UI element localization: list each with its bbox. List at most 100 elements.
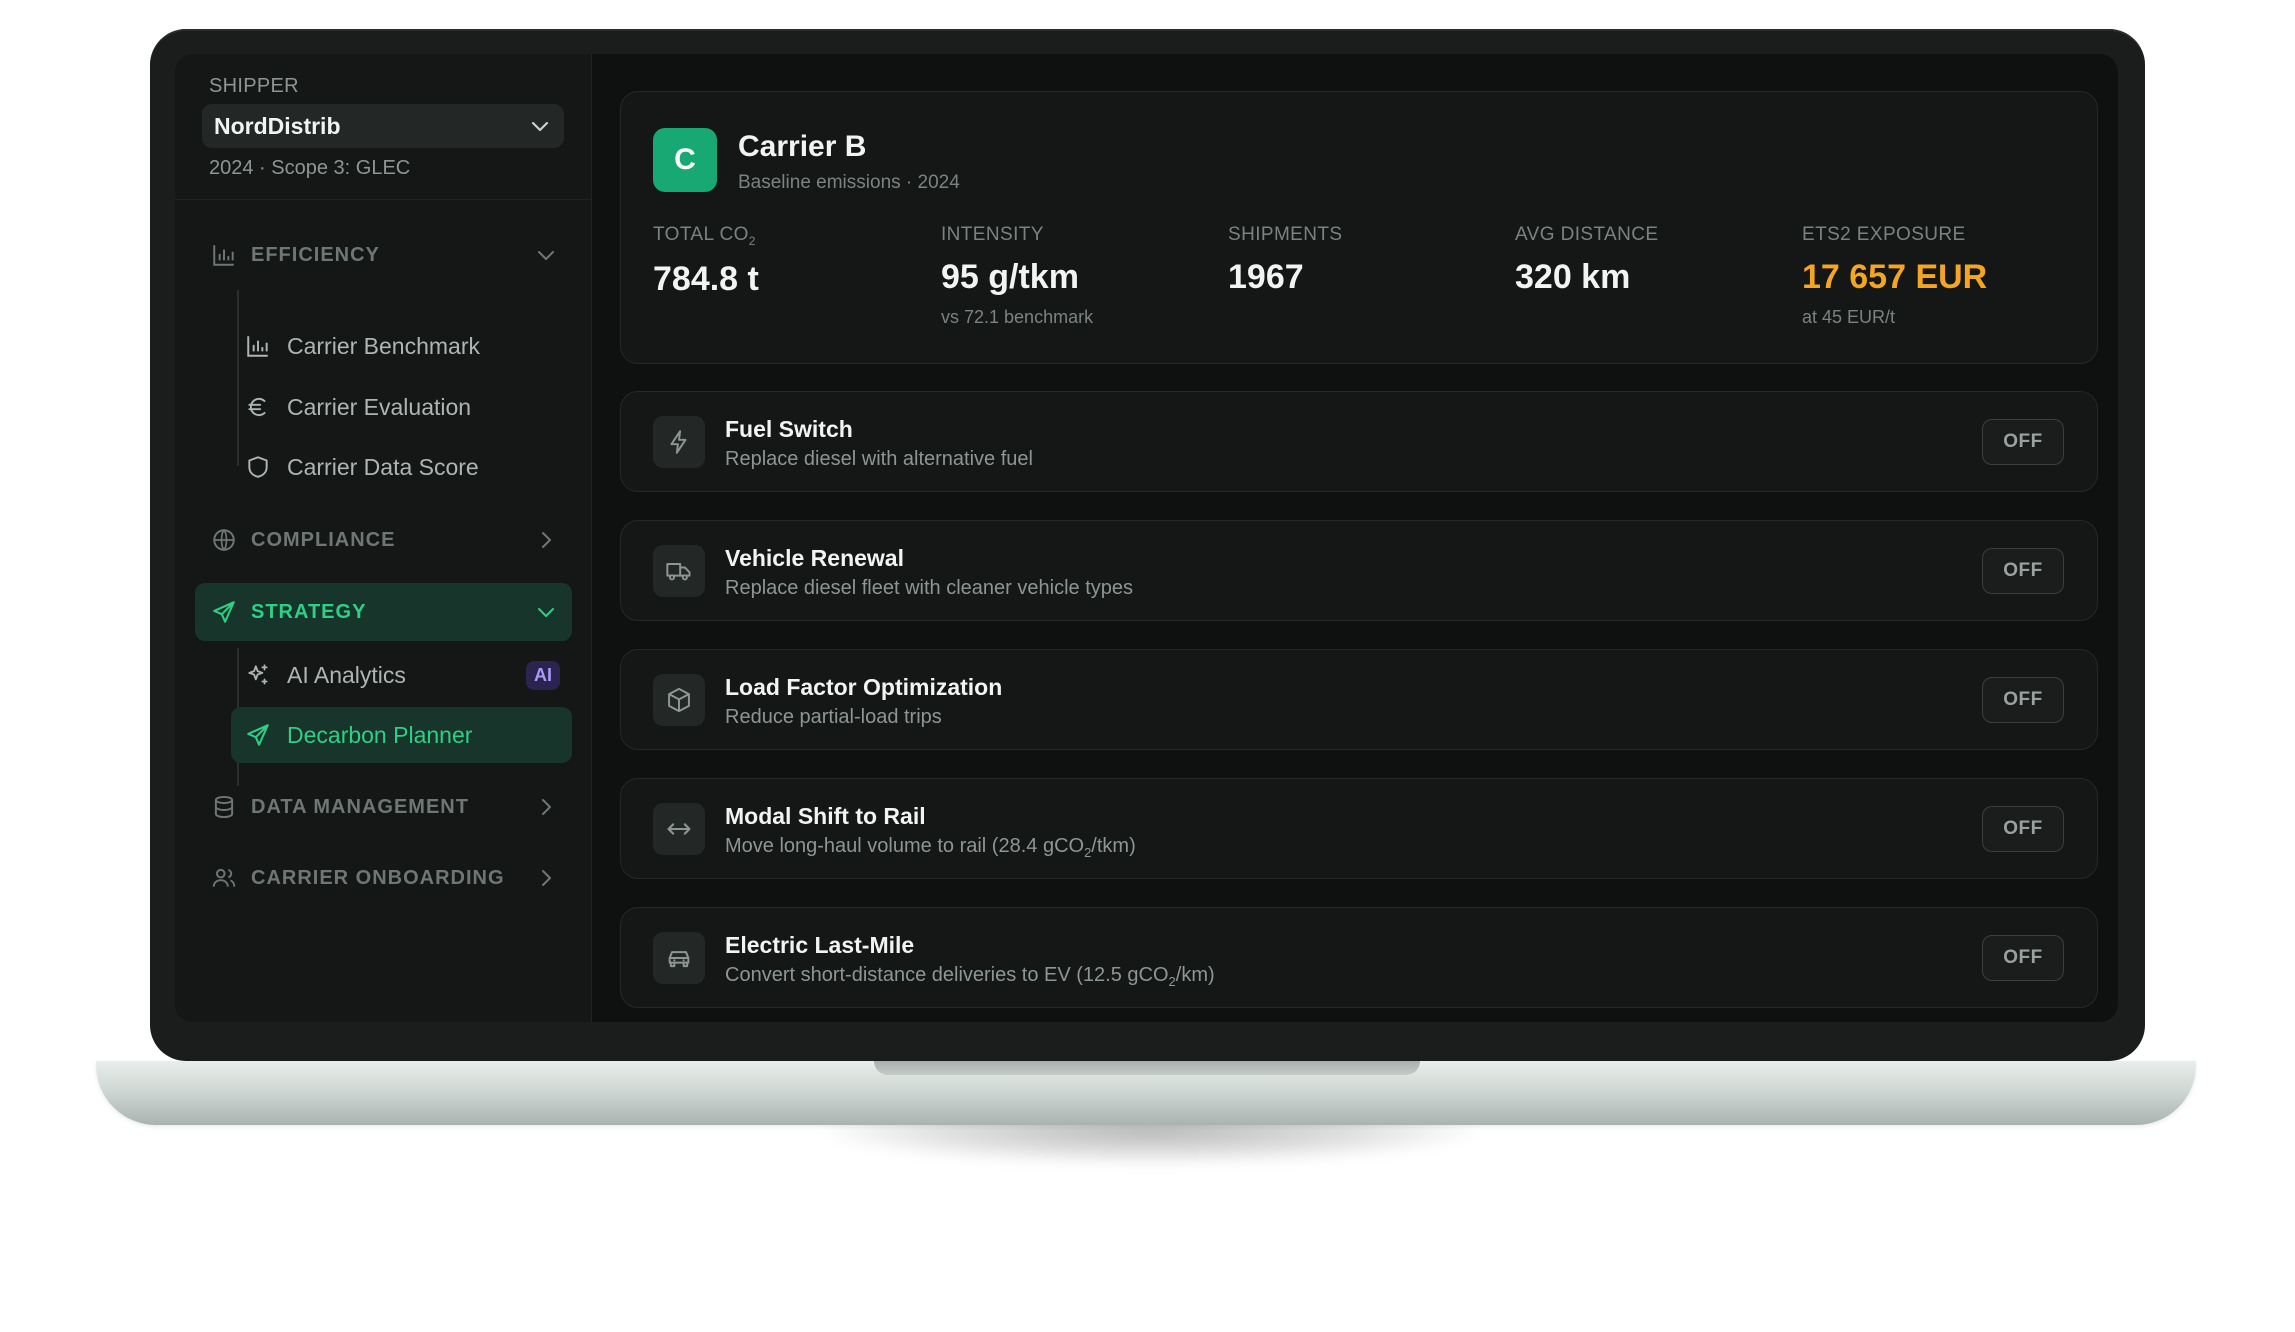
nav-carrier-data-score[interactable]: Carrier Data Score bbox=[231, 439, 572, 495]
nav-carrier-benchmark-label: Carrier Benchmark bbox=[287, 332, 480, 359]
lever-toggle-button[interactable]: OFF bbox=[1982, 677, 2064, 723]
section-data-management-label: DATA MANAGEMENT bbox=[251, 795, 469, 818]
lever-toggle-button[interactable]: OFF bbox=[1982, 935, 2064, 981]
truck-icon bbox=[653, 545, 705, 597]
stat-total-co2-label: TOTAL CO2 bbox=[653, 224, 933, 248]
lever-title: Fuel Switch bbox=[725, 416, 853, 442]
stat-total-co2-value: 784.8 t bbox=[653, 259, 759, 298]
arrows-horizontal-icon bbox=[653, 803, 705, 855]
main-content: C Carrier B Baseline emissions · 2024 TO… bbox=[592, 54, 2118, 1022]
lever-title: Modal Shift to Rail bbox=[725, 803, 926, 829]
nav-ai-analytics[interactable]: AI Analytics AI bbox=[231, 647, 572, 703]
nav-carrier-evaluation-label: Carrier Evaluation bbox=[287, 393, 472, 420]
shipper-value: NordDistrib bbox=[214, 112, 341, 139]
stat-intensity: INTENSITY 95 g/tkm vs 72.1 benchmark bbox=[941, 224, 1221, 328]
carrier-name: Carrier B bbox=[738, 130, 867, 163]
lever-electric-last-mile: Electric Last-Mile Convert short-distanc… bbox=[620, 907, 2098, 1008]
chevron-down-icon bbox=[538, 608, 554, 617]
lever-description-text: /tkm) bbox=[1091, 835, 1136, 857]
chevron-down-icon bbox=[538, 251, 554, 260]
lever-description-subscript: 2 bbox=[1168, 974, 1176, 989]
send-icon bbox=[209, 597, 239, 627]
nav-carrier-data-score-label: Carrier Data Score bbox=[287, 453, 479, 480]
stat-shipments: SHIPMENTS 1967 bbox=[1228, 224, 1508, 297]
bar-chart-icon bbox=[209, 240, 239, 270]
lever-description: Replace diesel fleet with cleaner vehicl… bbox=[725, 577, 1133, 599]
lever-load-factor: Load Factor Optimization Reduce partial-… bbox=[620, 649, 2098, 750]
laptop-lid: SHIPPER NordDistrib 2024 · Scope 3: GLEC… bbox=[150, 29, 2145, 1079]
lever-description-text: Move long-haul volume to rail (28.4 gCO bbox=[725, 835, 1085, 857]
section-strategy-label: STRATEGY bbox=[251, 600, 367, 623]
stat-intensity-note: vs 72.1 benchmark bbox=[941, 307, 1094, 327]
chevron-right-icon bbox=[542, 532, 551, 548]
stat-avg-distance: AVG DISTANCE 320 km bbox=[1515, 224, 1795, 297]
lever-description: Convert short-distance deliveries to EV … bbox=[725, 964, 1215, 989]
sidebar-divider bbox=[175, 199, 592, 200]
laptop-base bbox=[96, 1061, 2196, 1125]
chevron-down-icon bbox=[531, 121, 549, 132]
shipper-subtitle: 2024 · Scope 3: GLEC bbox=[209, 157, 411, 179]
nav-decarbon-planner[interactable]: Decarbon Planner bbox=[231, 707, 572, 763]
car-icon bbox=[653, 932, 705, 984]
section-strategy[interactable]: STRATEGY bbox=[195, 583, 572, 641]
stat-intensity-label: INTENSITY bbox=[941, 224, 1044, 245]
lever-title: Vehicle Renewal bbox=[725, 545, 904, 571]
lever-description: Reduce partial-load trips bbox=[725, 706, 942, 728]
stat-shipments-value: 1967 bbox=[1228, 258, 1304, 296]
bar-chart-icon bbox=[243, 331, 273, 361]
stat-ets2-value: 17 657 EUR bbox=[1802, 258, 1988, 296]
section-efficiency[interactable]: EFFICIENCY bbox=[195, 226, 572, 284]
euro-icon bbox=[243, 392, 273, 422]
section-compliance-label: COMPLIANCE bbox=[251, 528, 396, 551]
lever-description-text: Convert short-distance deliveries to EV … bbox=[725, 964, 1169, 986]
ai-badge: AI bbox=[526, 660, 560, 690]
stat-avg-distance-value: 320 km bbox=[1515, 258, 1631, 296]
sparkles-icon bbox=[243, 660, 273, 690]
section-data-management[interactable]: DATA MANAGEMENT bbox=[195, 778, 572, 836]
lever-fuel-switch: Fuel Switch Replace diesel with alternat… bbox=[620, 391, 2098, 492]
lever-toggle-button[interactable]: OFF bbox=[1982, 419, 2064, 465]
shield-icon bbox=[243, 452, 273, 482]
chevron-right-icon bbox=[542, 870, 551, 886]
database-icon bbox=[209, 792, 239, 822]
lever-modal-shift: Modal Shift to Rail Move long-haul volum… bbox=[620, 778, 2098, 879]
lever-title: Electric Last-Mile bbox=[725, 932, 915, 958]
stat-label-subscript: 2 bbox=[748, 233, 756, 248]
carrier-subtitle: Baseline emissions · 2024 bbox=[738, 172, 960, 193]
sidebar: SHIPPER NordDistrib 2024 · Scope 3: GLEC… bbox=[175, 54, 592, 1022]
lever-vehicle-renewal: Vehicle Renewal Replace diesel fleet wit… bbox=[620, 520, 2098, 621]
stat-avg-distance-label: AVG DISTANCE bbox=[1515, 224, 1659, 245]
stat-ets2-note: at 45 EUR/t bbox=[1802, 307, 1896, 327]
section-compliance[interactable]: COMPLIANCE bbox=[195, 511, 572, 569]
send-icon bbox=[243, 720, 273, 750]
lever-toggle-button[interactable]: OFF bbox=[1982, 548, 2064, 594]
section-carrier-onboarding[interactable]: CARRIER ONBOARDING bbox=[195, 849, 572, 907]
shipper-label: SHIPPER bbox=[209, 75, 299, 97]
globe-icon bbox=[209, 525, 239, 555]
users-icon bbox=[209, 863, 239, 893]
app-screen: SHIPPER NordDistrib 2024 · Scope 3: GLEC… bbox=[175, 54, 2118, 1022]
nav-ai-analytics-label: AI Analytics bbox=[287, 661, 406, 688]
lever-toggle-button[interactable]: OFF bbox=[1982, 806, 2064, 852]
stat-ets2-label: ETS2 EXPOSURE bbox=[1802, 224, 1966, 245]
stat-total-co2: TOTAL CO2 784.8 t bbox=[653, 224, 933, 299]
chevron-right-icon bbox=[542, 799, 551, 815]
stat-ets2-exposure: ETS2 EXPOSURE 17 657 EUR at 45 EUR/t bbox=[1802, 224, 2082, 328]
lever-title: Load Factor Optimization bbox=[725, 674, 1003, 700]
stat-label-text: TOTAL CO bbox=[653, 224, 749, 245]
nav-carrier-benchmark[interactable]: Carrier Benchmark bbox=[231, 318, 572, 374]
stat-shipments-label: SHIPMENTS bbox=[1228, 224, 1343, 245]
nav-decarbon-planner-label: Decarbon Planner bbox=[287, 721, 473, 748]
carrier-summary-card: C Carrier B Baseline emissions · 2024 TO… bbox=[620, 91, 2098, 364]
nav-carrier-evaluation[interactable]: Carrier Evaluation bbox=[231, 379, 572, 435]
section-efficiency-label: EFFICIENCY bbox=[251, 243, 380, 266]
shipper-select[interactable]: NordDistrib bbox=[202, 104, 564, 148]
lever-description: Replace diesel with alternative fuel bbox=[725, 448, 1033, 470]
carrier-avatar: C bbox=[653, 128, 717, 192]
lever-description-text: /km) bbox=[1175, 964, 1215, 986]
box-icon bbox=[653, 674, 705, 726]
section-carrier-onboarding-label: CARRIER ONBOARDING bbox=[251, 866, 505, 889]
bolt-icon bbox=[653, 416, 705, 468]
lever-description: Move long-haul volume to rail (28.4 gCO2… bbox=[725, 835, 1136, 860]
stat-intensity-value: 95 g/tkm bbox=[941, 258, 1079, 296]
